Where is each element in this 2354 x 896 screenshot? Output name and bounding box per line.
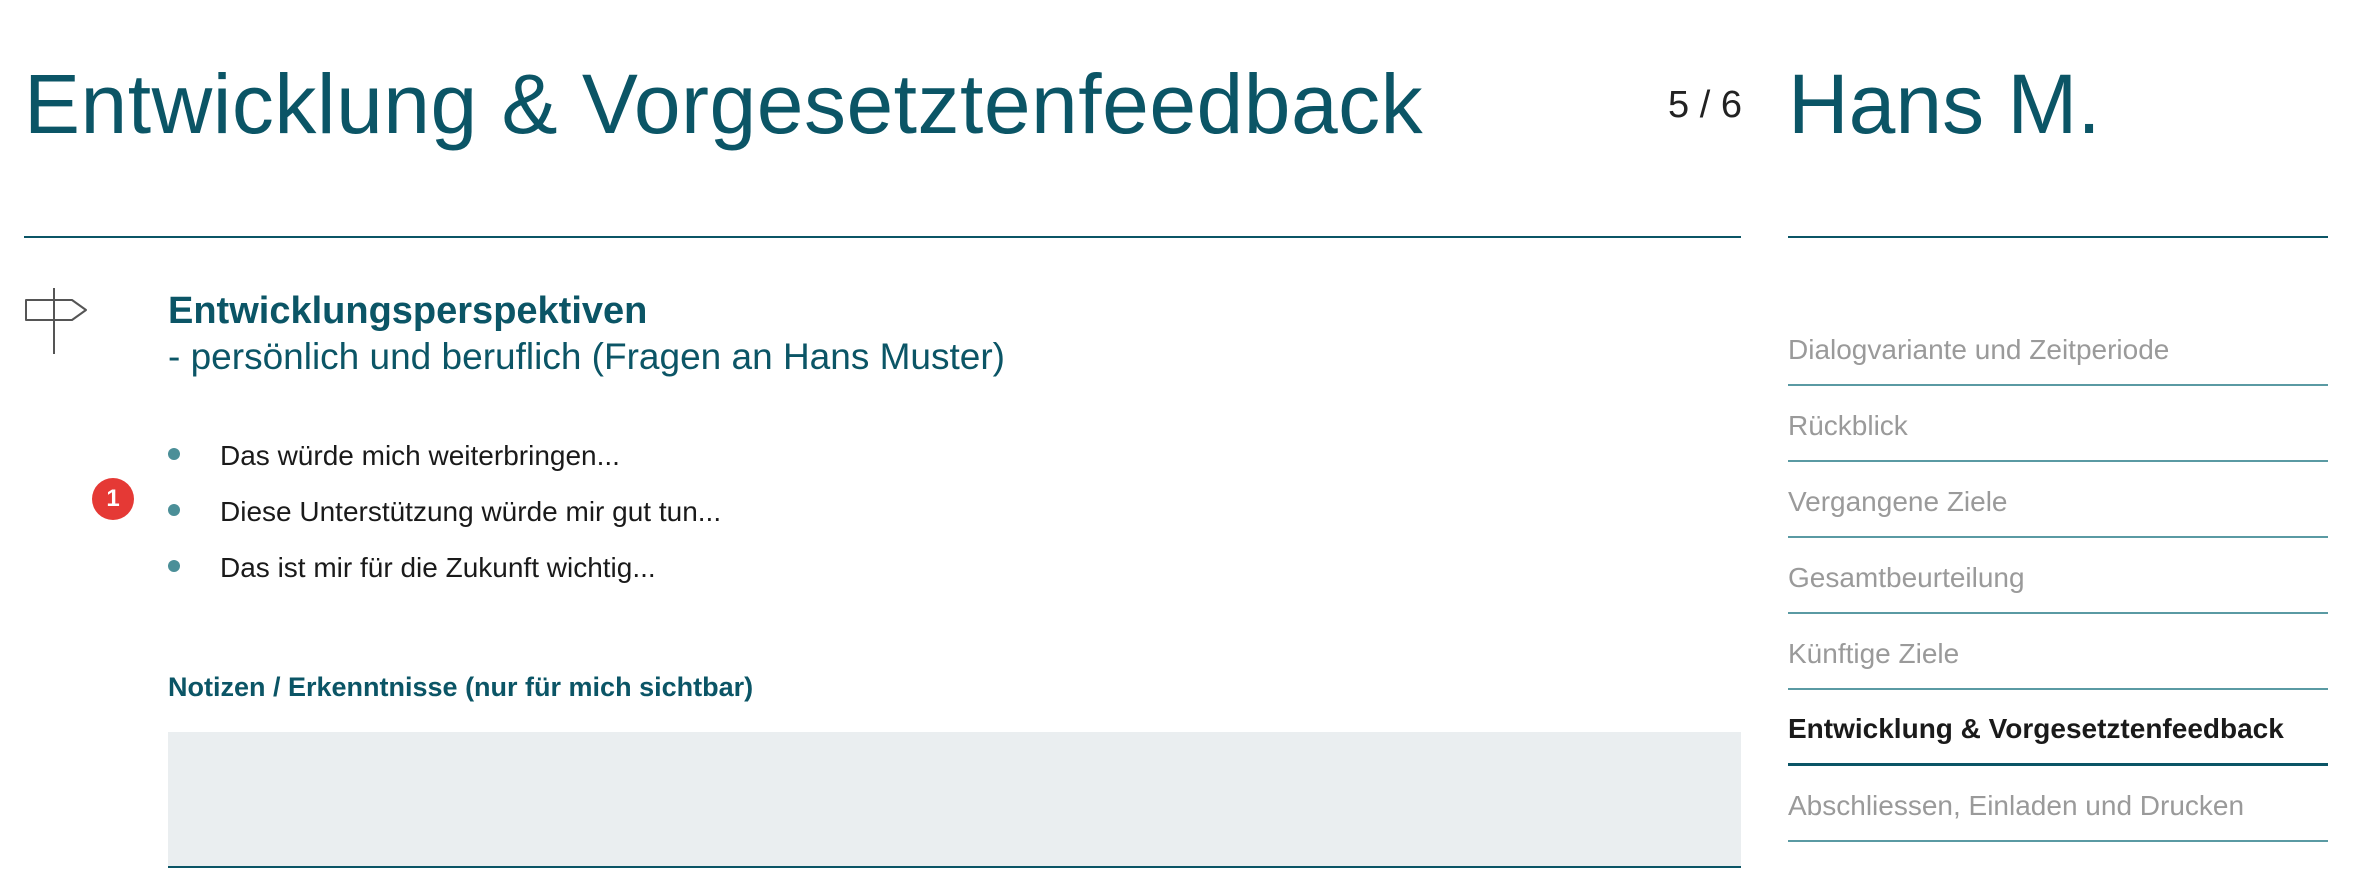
list-item: Das würde mich weiterbringen... <box>168 436 721 492</box>
sidebar-item-rueckblick[interactable]: Rückblick <box>1788 388 2328 462</box>
list-item-text: Diese Unterstützung würde mir gut tun... <box>220 496 722 527</box>
bullet-icon <box>168 504 180 516</box>
sidebar-nav: Dialogvariante und Zeitperiode Rückblick… <box>1788 310 2328 842</box>
header-divider <box>24 236 1741 238</box>
section-subheading: - persönlich und beruflich (Fragen an Ha… <box>168 336 1005 377</box>
page-title: Entwicklung & Vorgesetztenfeedback <box>24 57 1424 151</box>
notes-textarea[interactable] <box>168 732 1741 868</box>
sidebar-item-abschliessen[interactable]: Abschliessen, Einladen und Drucken <box>1788 768 2328 842</box>
bullet-icon <box>168 560 180 572</box>
notes-label: Notizen / Erkenntnisse (nur für mich sic… <box>168 672 754 702</box>
notification-badge[interactable]: 1 <box>92 478 134 520</box>
person-name: Hans M. <box>1788 57 2101 151</box>
sidebar-item-entwicklung[interactable]: Entwicklung & Vorgesetztenfeedback <box>1788 692 2328 766</box>
sidebar-divider <box>1788 236 2328 238</box>
question-list: Das würde mich weiterbringen... Diese Un… <box>168 436 721 604</box>
sidebar-item-gesamtbeurteilung[interactable]: Gesamtbeurteilung <box>1788 540 2328 614</box>
list-item: Diese Unterstützung würde mir gut tun... <box>168 492 721 548</box>
sidebar-item-vergangene-ziele[interactable]: Vergangene Ziele <box>1788 464 2328 538</box>
list-item-text: Das würde mich weiterbringen... <box>220 440 620 471</box>
list-item-text: Das ist mir für die Zukunft wichtig... <box>220 552 656 583</box>
sidebar-item-kuenftige-ziele[interactable]: Künftige Ziele <box>1788 616 2328 690</box>
sidebar-item-dialogvariante[interactable]: Dialogvariante und Zeitperiode <box>1788 312 2328 386</box>
page: Entwicklung & Vorgesetztenfeedback 5 / 6… <box>0 0 2354 896</box>
signpost-icon <box>25 288 87 354</box>
step-counter: 5 / 6 <box>1668 84 1742 126</box>
list-item: Das ist mir für die Zukunft wichtig... <box>168 548 721 604</box>
section-heading: Entwicklungsperspektiven <box>168 290 648 332</box>
bullet-icon <box>168 448 180 460</box>
